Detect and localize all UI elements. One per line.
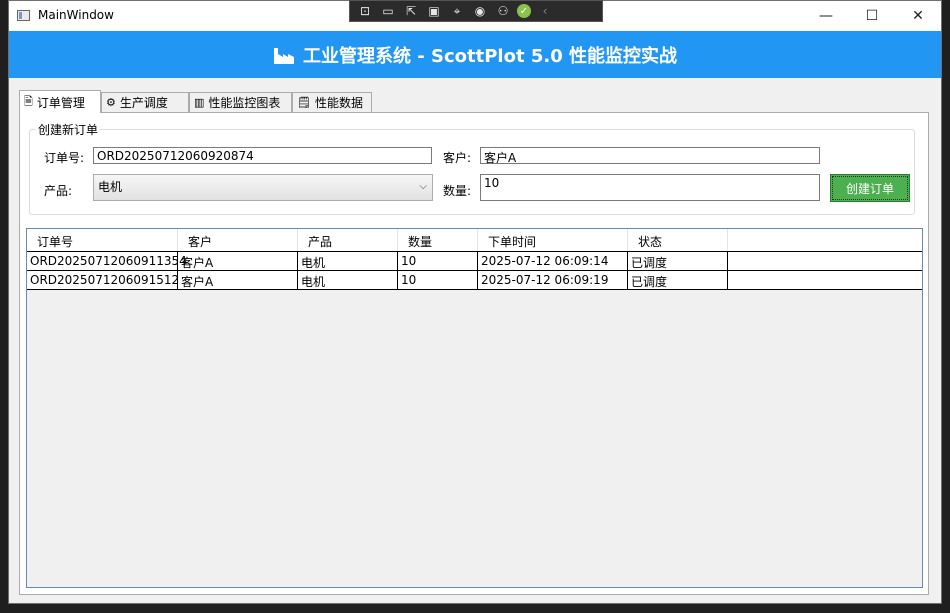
cell-status: 已调度 — [628, 252, 728, 270]
cell-product: 电机 — [298, 271, 398, 289]
cell-order-no: ORD20250712060911354 — [27, 252, 187, 270]
cell-product: 电机 — [298, 252, 398, 270]
product-label: 产品: — [44, 184, 73, 198]
tab-performance-data[interactable]: 🗒 性能数据 — [292, 92, 372, 112]
tab-label: 订单管理 — [36, 95, 85, 110]
maximize-button[interactable]: ☐ — [849, 1, 895, 31]
customer-label: 客户: — [443, 151, 472, 165]
track-icon[interactable]: ⌖ — [448, 3, 466, 19]
main-window: MainWindow — ☐ ✕ 工业管理系统 - ScottPlot 5.0 … — [8, 0, 942, 604]
cell-quantity: 10 — [398, 252, 478, 270]
product-select[interactable]: 电机 ⌵ — [93, 174, 433, 201]
accessibility-icon[interactable]: ⚇ — [494, 3, 512, 19]
cell-customer: 客户A — [178, 271, 298, 289]
frame-icon[interactable]: ▣ — [425, 3, 443, 19]
tab-panel-orders: 创建新订单 订单号: ORD20250712060920874 客户: 客户A … — [19, 112, 929, 595]
quantity-label: 数量: — [443, 184, 472, 198]
document-icon: 🗎 — [24, 94, 33, 108]
chart-icon: ▥ — [194, 96, 205, 109]
tab-performance-chart[interactable]: ▥ 性能监控图表 — [189, 92, 292, 112]
quantity-field[interactable]: 10 — [480, 174, 820, 201]
cell-customer: 客户A — [178, 252, 298, 270]
cell-quantity: 10 — [398, 271, 478, 289]
select-element-icon[interactable]: ⊡ — [356, 3, 374, 19]
header-banner: 工业管理系统 - ScottPlot 5.0 性能监控实战 — [9, 31, 941, 78]
orders-table[interactable]: 订单号 客户 产品 数量 下单时间 状态 ORD2025071206091135… — [26, 228, 923, 588]
order-no-label: 订单号: — [44, 151, 85, 165]
cell-order-time: 2025-07-12 06:09:19 — [478, 271, 628, 289]
hot-reload-icon[interactable]: ◉ — [471, 3, 489, 19]
cell-order-time: 2025-07-12 06:09:14 — [478, 252, 628, 270]
chevron-down-icon: ⌵ — [419, 181, 427, 192]
column-header[interactable]: 下单时间 — [478, 229, 628, 251]
cursor-icon[interactable]: ⇱ — [402, 3, 420, 19]
gear-icon: ⚙ — [106, 96, 116, 109]
window-title: MainWindow — [38, 8, 114, 22]
record-icon[interactable]: ▭ — [379, 3, 397, 19]
check-icon[interactable]: ✓ — [517, 4, 531, 18]
tab-label: 性能数据 — [314, 96, 363, 110]
factory-icon — [273, 44, 295, 66]
collapse-icon[interactable]: ‹ — [536, 3, 554, 19]
tab-label: 性能监控图表 — [208, 96, 281, 110]
table-row[interactable]: ORD20250712060911354 客户A 电机 10 2025-07-1… — [27, 251, 922, 270]
order-no-field[interactable]: ORD20250712060920874 — [93, 147, 432, 164]
column-header[interactable]: 状态 — [628, 229, 728, 251]
tab-order-management[interactable]: 🗎 订单管理 — [19, 90, 101, 113]
tab-production-scheduling[interactable]: ⚙ 生产调度 — [101, 92, 189, 112]
cell-order-no: ORD2025071206091512 — [27, 271, 179, 289]
customer-field[interactable]: 客户A — [480, 147, 820, 165]
create-order-button[interactable]: 创建订单 — [830, 174, 910, 202]
debug-toolbar: ⊡ ▭ ⇱ ▣ ⌖ ◉ ⚇ ✓ ‹ — [349, 0, 603, 22]
product-selected-value: 电机 — [98, 180, 123, 194]
column-header[interactable]: 客户 — [178, 229, 298, 251]
clipboard-icon: 🗒 — [297, 96, 311, 109]
column-header[interactable]: 数量 — [398, 229, 478, 251]
group-title: 创建新订单 — [36, 121, 101, 138]
create-order-group: 创建新订单 订单号: ORD20250712060920874 客户: 客户A … — [29, 121, 915, 215]
app-icon — [17, 10, 30, 21]
close-button[interactable]: ✕ — [895, 1, 941, 31]
minimize-button[interactable]: — — [803, 1, 849, 31]
table-row[interactable]: ORD2025071206091512 客户A 电机 10 2025-07-12… — [27, 270, 922, 290]
table-header: 订单号 客户 产品 数量 下单时间 状态 — [27, 229, 922, 251]
header-title: 工业管理系统 - ScottPlot 5.0 性能监控实战 — [303, 45, 677, 67]
column-header[interactable]: 产品 — [298, 229, 398, 251]
tab-label: 生产调度 — [119, 96, 168, 110]
column-header[interactable]: 订单号 — [27, 229, 178, 251]
cell-status: 已调度 — [628, 271, 728, 289]
